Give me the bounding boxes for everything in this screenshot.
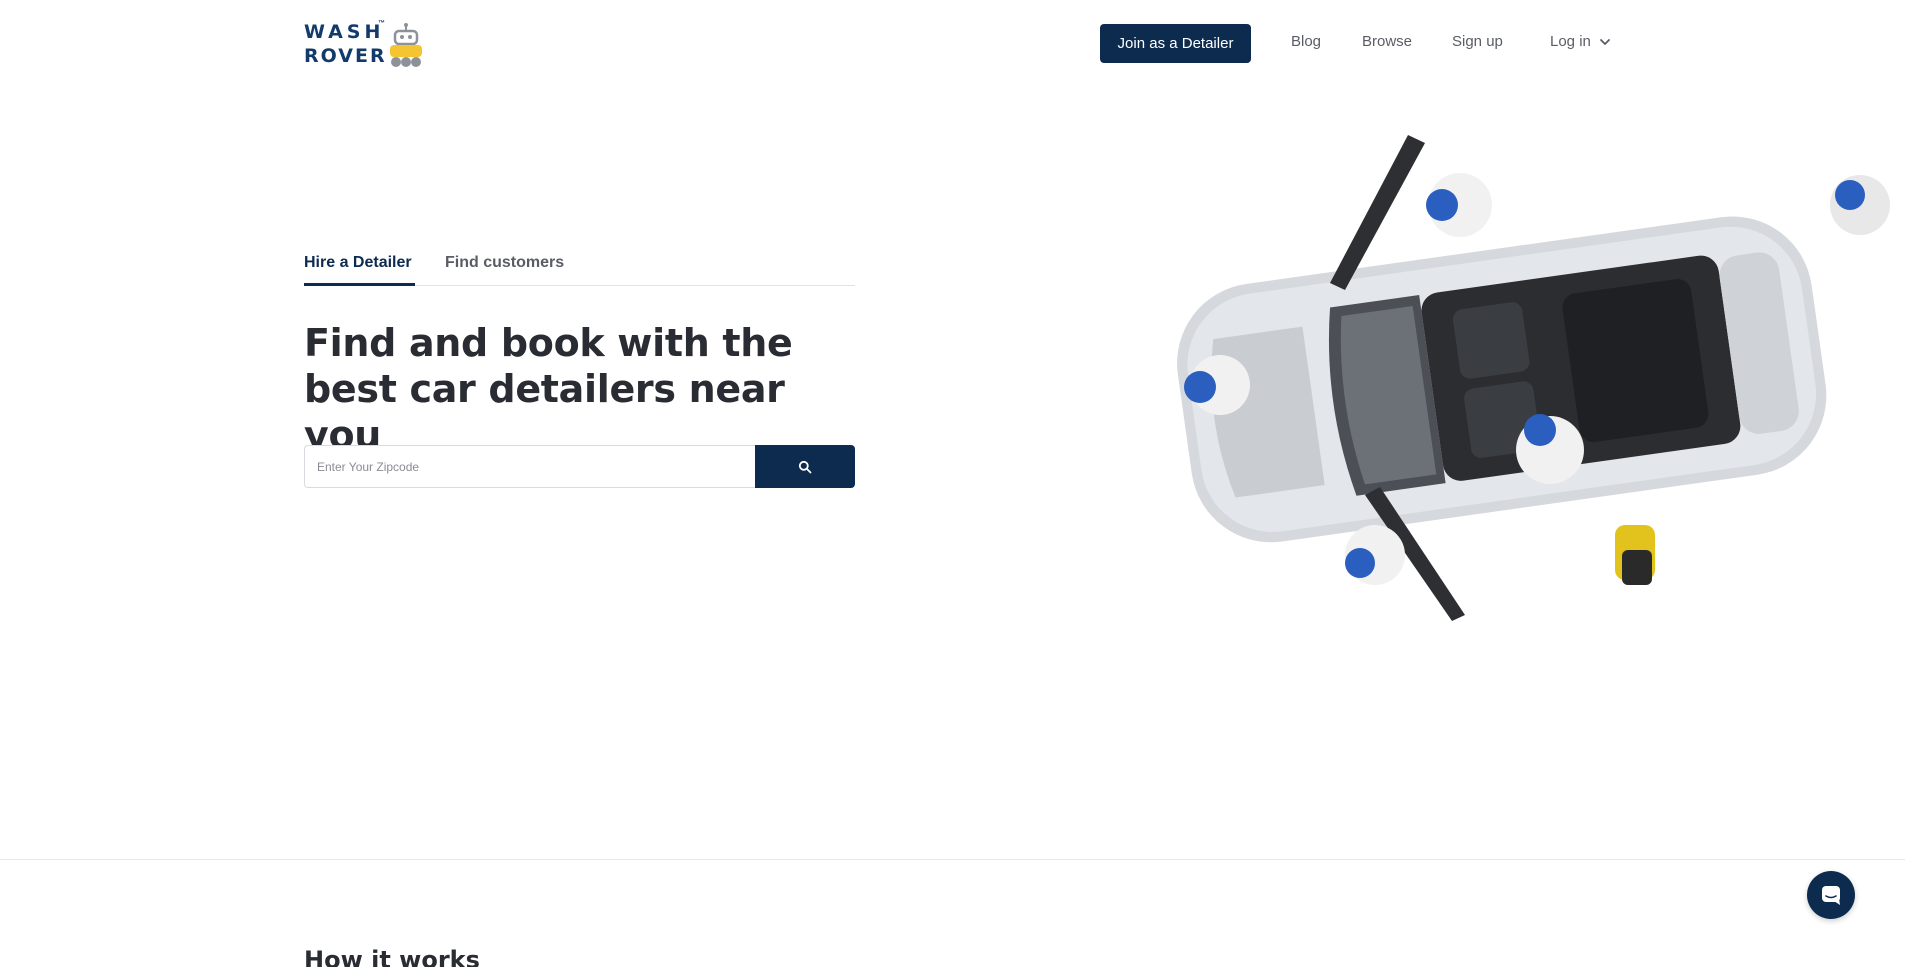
nav-link-blog[interactable]: Blog: [1291, 33, 1321, 50]
chat-widget-button[interactable]: [1807, 871, 1855, 919]
tab-find-customers[interactable]: Find customers: [445, 254, 564, 272]
join-as-detailer-button[interactable]: Join as a Detailer: [1100, 24, 1251, 63]
site-header: WASH ROVER ™ Join as a Detailer Blog Bro…: [0, 0, 1905, 84]
nav-login-dropdown[interactable]: Log in: [1550, 33, 1611, 50]
zipcode-input[interactable]: [304, 445, 755, 488]
nav-login-label: Log in: [1550, 33, 1591, 50]
zipcode-search: [304, 445, 855, 488]
hero-headline: Find and book with the best car detailer…: [304, 321, 793, 457]
section-divider: [0, 859, 1905, 860]
nav-link-signup[interactable]: Sign up: [1452, 33, 1503, 50]
search-icon: [798, 460, 812, 473]
chat-icon: [1822, 886, 1840, 905]
main-nav: Join as a Detailer Blog Browse Sign up L…: [0, 24, 1905, 64]
chevron-down-icon: [1599, 38, 1610, 45]
tab-hire-a-detailer[interactable]: Hire a Detailer: [304, 254, 415, 286]
search-button[interactable]: [755, 445, 855, 488]
how-it-works-title: How it works: [304, 946, 480, 967]
nav-link-browse[interactable]: Browse: [1362, 33, 1412, 50]
hero-car-detailing-image: [1177, 135, 1890, 621]
hero-tabs: Hire a Detailer Find customers: [304, 254, 855, 286]
